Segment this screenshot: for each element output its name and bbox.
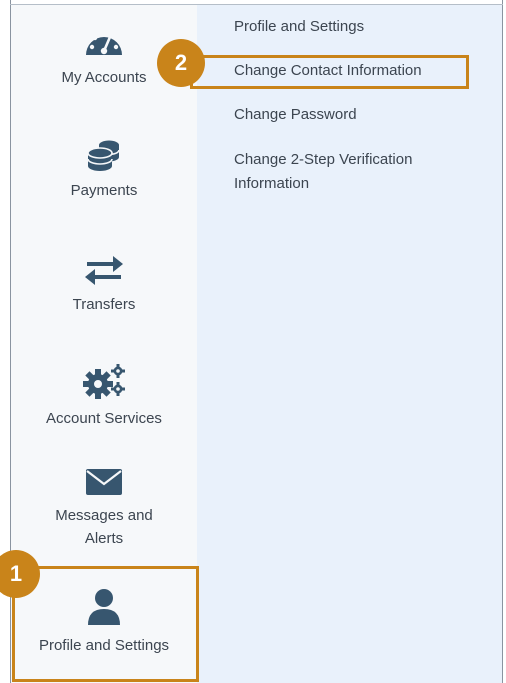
main-nav-sidebar: My Accounts Payments Transfers Account S… bbox=[11, 5, 197, 683]
submenu-item-change-contact-info[interactable]: Change Contact Information bbox=[234, 59, 422, 83]
nav-item-transfers[interactable]: Transfers bbox=[11, 254, 197, 316]
profile-settings-submenu: Profile and Settings Change Contact Info… bbox=[197, 5, 502, 683]
submenu-item-change-2step-verification[interactable]: Change 2-Step Verification Information bbox=[234, 148, 412, 196]
nav-item-payments[interactable]: Payments bbox=[11, 138, 197, 202]
submenu-title[interactable]: Profile and Settings bbox=[234, 15, 364, 39]
gears-icon bbox=[11, 362, 197, 407]
nav-item-profile-settings[interactable]: Profile and Settings bbox=[11, 587, 197, 657]
envelope-icon bbox=[11, 467, 197, 504]
nav-item-label: Account Services bbox=[46, 410, 162, 427]
submenu-item-change-password[interactable]: Change Password bbox=[234, 103, 357, 127]
nav-item-label: Messages and Alerts bbox=[55, 507, 153, 547]
nav-item-messages-alerts[interactable]: Messages and Alerts bbox=[11, 467, 197, 550]
callout-badge-2: 2 bbox=[157, 39, 205, 87]
nav-item-label: Payments bbox=[70, 182, 138, 199]
navigation-panel: My Accounts Payments Transfers Account S… bbox=[0, 0, 503, 683]
nav-item-label: Transfers bbox=[72, 296, 136, 313]
nav-item-account-services[interactable]: Account Services bbox=[11, 362, 197, 430]
nav-item-label: Profile and Settings bbox=[38, 637, 170, 654]
coins-icon bbox=[11, 138, 197, 179]
transfer-arrows-icon bbox=[11, 254, 197, 293]
person-icon bbox=[11, 587, 197, 634]
panel-border-right bbox=[502, 0, 503, 683]
